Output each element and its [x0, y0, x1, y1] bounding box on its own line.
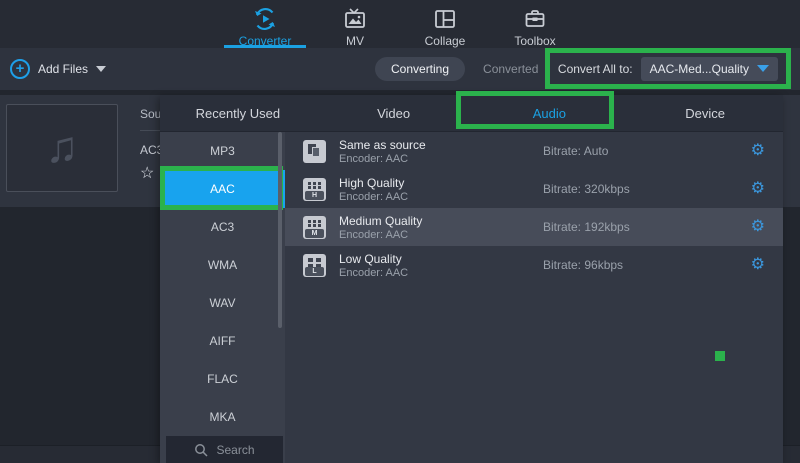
gear-icon[interactable]: ⚙ [751, 143, 765, 159]
quality-badge: M [305, 229, 324, 238]
tab-converter-label: Converter [239, 34, 292, 48]
profile-list: Same as source Encoder: AAC Bitrate: Aut… [285, 132, 783, 463]
panel-tab-recently-used[interactable]: Recently Used [160, 95, 316, 131]
tab-mv-label: MV [346, 34, 364, 48]
sidebar-item-aiff[interactable]: AIFF [160, 322, 285, 360]
profile-encoder: Encoder: AAC [339, 229, 422, 241]
format-panel-body: MP3 AAC AC3 WMA WAV AIFF FLAC MKA Search [160, 132, 783, 463]
sidebar-item-flac[interactable]: FLAC [160, 360, 285, 398]
convert-all-label: Convert All to: [558, 62, 633, 76]
profile-bitrate: Bitrate: 192kbps [543, 220, 630, 234]
search-placeholder: Search [216, 443, 254, 457]
add-files-label: Add Files [38, 62, 88, 76]
format-panel-tabs: Recently Used Video Audio Device [160, 95, 783, 132]
tab-collage-label: Collage [425, 34, 466, 48]
profile-row-medium-quality[interactable]: M Medium Quality Encoder: AAC Bitrate: 1… [285, 208, 783, 246]
profile-encoder: Encoder: AAC [339, 153, 426, 165]
sidebar-scrollbar[interactable] [278, 132, 282, 328]
quality-badge: H [305, 191, 324, 200]
tab-converted[interactable]: Converted [483, 62, 538, 76]
file-list-area: ♫ Sou AC3 ☆ Recently Used Video Audio De… [0, 90, 800, 463]
tab-converter[interactable]: Converter [224, 0, 306, 48]
convert-all-value: AAC-Med...Quality [650, 62, 749, 76]
gear-icon[interactable]: ⚙ [751, 181, 765, 197]
panel-tab-label: Audio [533, 106, 566, 121]
profile-title: Same as source [339, 138, 426, 152]
sidebar-item-wma[interactable]: WMA [160, 246, 285, 284]
gear-icon[interactable]: ⚙ [751, 257, 765, 273]
profile-icon-source [303, 140, 326, 163]
sidebar-item-mka[interactable]: MKA [160, 398, 285, 436]
profile-encoder: Encoder: AAC [339, 191, 408, 203]
file-thumbnail: ♫ [6, 104, 118, 192]
music-note-icon: ♫ [46, 126, 79, 170]
panel-tab-label: Device [685, 106, 725, 121]
search-input[interactable]: Search [166, 436, 283, 463]
star-icon[interactable]: ☆ [140, 163, 154, 183]
profile-row-low-quality[interactable]: L Low Quality Encoder: AAC Bitrate: 96kb… [285, 246, 783, 284]
top-navigation: Converter MV Collage [0, 0, 800, 48]
sidebar-item-mp3[interactable]: MP3 [160, 132, 285, 170]
tab-mv[interactable]: MV [314, 0, 396, 48]
tab-collage[interactable]: Collage [404, 0, 486, 48]
gear-icon[interactable]: ⚙ [751, 219, 765, 235]
format-panel: Recently Used Video Audio Device MP3 AAC… [160, 95, 783, 463]
sidebar-item-wav[interactable]: WAV [160, 284, 285, 322]
add-icon: + [10, 59, 30, 79]
tab-toolbox[interactable]: Toolbox [494, 0, 576, 48]
profile-bitrate: Bitrate: Auto [543, 144, 608, 158]
convert-state-tabs: Converting Converted [375, 57, 538, 81]
format-sidebar: MP3 AAC AC3 WMA WAV AIFF FLAC MKA Search [160, 132, 285, 463]
toolbox-icon [523, 6, 547, 32]
chevron-down-icon [757, 65, 769, 72]
profile-encoder: Encoder: AAC [339, 267, 408, 279]
convert-all-dropdown[interactable]: AAC-Med...Quality [641, 57, 778, 81]
tab-converting[interactable]: Converting [375, 57, 465, 81]
profile-row-high-quality[interactable]: H High Quality Encoder: AAC Bitrate: 320… [285, 170, 783, 208]
tab-toolbox-label: Toolbox [514, 34, 555, 48]
toolbar: + Add Files Converting Converted Convert… [0, 48, 800, 90]
annotation-convert-all: Convert All to: AAC-Med...Quality [545, 48, 791, 89]
collage-icon [433, 6, 457, 32]
source-column-header: Sou [140, 107, 161, 121]
panel-tab-video[interactable]: Video [316, 95, 472, 131]
profile-title: Medium Quality [339, 214, 422, 228]
profile-icon-high: H [303, 178, 326, 201]
sidebar-item-aac[interactable]: AAC [160, 170, 285, 208]
quality-badge: L [305, 267, 324, 276]
profile-icon-low: L [303, 254, 326, 277]
panel-tab-audio[interactable]: Audio [472, 95, 628, 131]
annotation-green-dot [715, 351, 725, 361]
mv-icon [343, 6, 367, 32]
panel-tab-label: Video [377, 106, 410, 121]
search-icon [194, 443, 208, 457]
profile-bitrate: Bitrate: 96kbps [543, 258, 623, 272]
profile-bitrate: Bitrate: 320kbps [543, 182, 630, 196]
profile-title: Low Quality [339, 252, 408, 266]
profile-icon-medium: M [303, 216, 326, 239]
chevron-down-icon [96, 66, 106, 72]
panel-tab-label: Recently Used [196, 106, 281, 121]
panel-tab-device[interactable]: Device [627, 95, 783, 131]
profile-title: High Quality [339, 176, 408, 190]
profile-row-same-as-source[interactable]: Same as source Encoder: AAC Bitrate: Aut… [285, 132, 783, 170]
sidebar-item-ac3[interactable]: AC3 [160, 208, 285, 246]
add-files-button[interactable]: + Add Files [10, 59, 106, 79]
converter-icon [252, 6, 278, 32]
